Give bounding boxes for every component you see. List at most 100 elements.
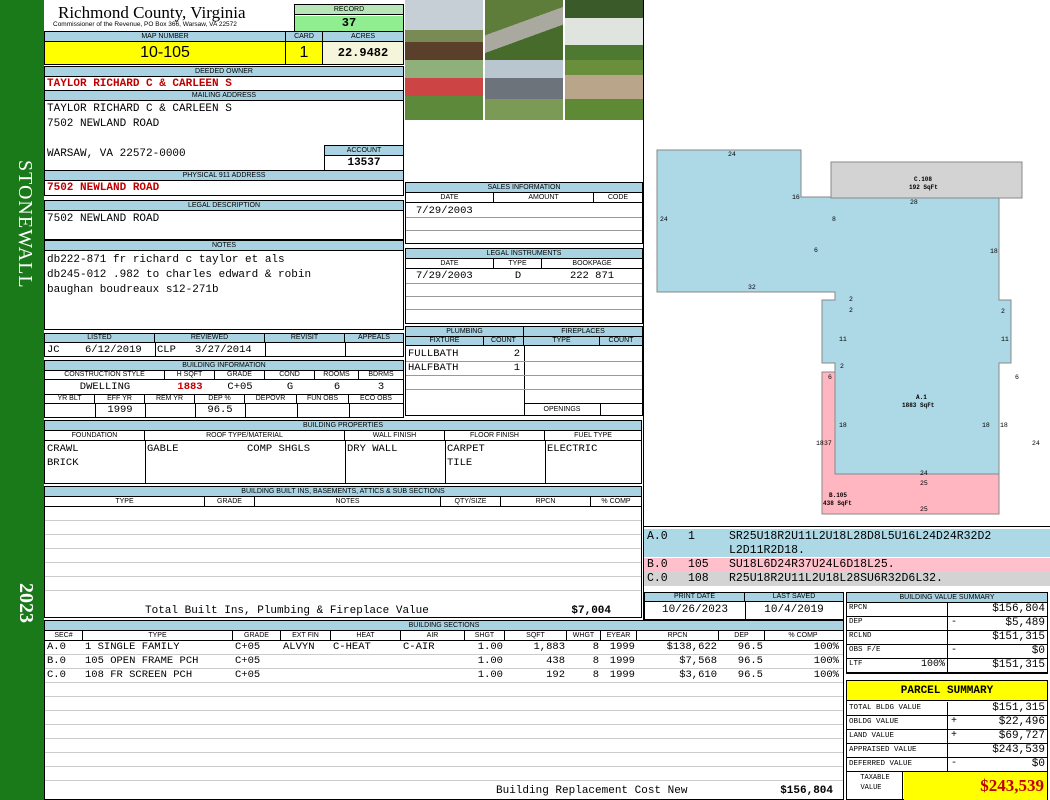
col-depovr: DEPOVR xyxy=(245,395,297,403)
col-roof: ROOF TYPE/MATERIAL xyxy=(145,431,345,440)
physical-address-box: PHYSICAL 911 ADDRESS 7502 NEWLAND ROAD xyxy=(44,170,404,196)
reviewed-by: CLP xyxy=(157,344,176,356)
photo-4[interactable] xyxy=(405,60,483,120)
sections-col-8: WHGT xyxy=(567,631,601,640)
sketch-label-b: B.105 xyxy=(829,492,848,499)
section-1-cell-8: 8 xyxy=(592,655,599,667)
sections-col-12: % COMP xyxy=(788,632,818,639)
sketch-dim-label: 11 xyxy=(839,336,847,343)
parcel-summary-row-label: TOTAL BLDG VALUE xyxy=(849,704,922,712)
sections-col-1: TYPE xyxy=(83,631,233,640)
card-label: CARD xyxy=(286,32,322,42)
parcel-summary-row: DEFERRED VALUE - $0 xyxy=(847,758,1047,772)
section-1-cell-11: 96.5 xyxy=(737,655,763,667)
sketch-area-c-sqft: 192 SqFt xyxy=(909,184,938,191)
last-saved-label: LAST SAVED xyxy=(772,593,816,600)
legal-description: 7502 NEWLAND ROAD xyxy=(47,213,160,225)
section-0-cell-3: ALVYN xyxy=(283,641,315,653)
bi-col-qty: QTY/SIZE xyxy=(441,497,501,506)
plumbing-col-count: COUNT xyxy=(484,336,524,345)
sketch-dim-label: 6 xyxy=(814,247,818,254)
floor-finish-2: TILE xyxy=(447,457,473,469)
sections-col-9: EYEAR xyxy=(601,631,637,640)
building-sections-label: BUILDING SECTIONS xyxy=(45,621,843,631)
section-0-cell-11: 96.5 xyxy=(737,641,763,653)
account-label: ACCOUNT xyxy=(325,146,403,156)
sketch-dim-label: 25 xyxy=(920,506,928,513)
col-eff-yr: EFF YR xyxy=(95,395,145,403)
building-sketch: C.108 192 SqFt A.1 1883 SqFt B.105 438 S… xyxy=(644,140,1050,525)
photo-2[interactable] xyxy=(485,0,563,60)
taxable-label: TAXABLE VALUE xyxy=(847,772,903,800)
parcel-summary-row: APPRAISED VALUE $243,539 xyxy=(847,744,1047,758)
sales-info-label: SALES INFORMATION xyxy=(406,183,642,193)
section-1-cell-7: 438 xyxy=(546,655,565,667)
sketch-dim-label: 16 xyxy=(792,194,800,201)
map-number: 10-105 xyxy=(140,44,190,61)
brcn-value: $156,804 xyxy=(780,785,833,797)
taxable-value: $243,539 xyxy=(904,772,1047,800)
plumbing-col-fixture: FIXTURE xyxy=(406,336,484,345)
sketch-dim-label: 24 xyxy=(728,151,736,158)
builtins-label: BUILDING BUILT INS, BASEMENTS, ATTICS & … xyxy=(45,487,641,497)
section-0-cell-8: 8 xyxy=(592,641,599,653)
sketch-dim-label: 28 xyxy=(910,199,918,206)
value-summary-row: RCLND $151,315 xyxy=(847,631,1047,645)
vector-sec-a: A.0 xyxy=(647,530,668,543)
parcel-summary-row-value: $69,727 xyxy=(998,730,1045,742)
wall-finish: DRY WALL xyxy=(347,443,398,455)
section-0-cell-7: 1,883 xyxy=(533,641,565,653)
value-summary-row-label: LTF xyxy=(849,660,863,668)
value-summary-label: BUILDING VALUE SUMMARY xyxy=(847,593,1047,603)
sketch-area-a-sqft: 1883 SqFt xyxy=(902,402,935,409)
section-0-cell-9: 1999 xyxy=(609,641,635,653)
sketch-dim-label: 2 xyxy=(849,296,853,303)
sections-header-row: SEC# TYPE GRADE EXT FIN HEAT AIR SHGT SQFT WHGT E… xyxy=(45,631,843,641)
photo-6[interactable] xyxy=(565,60,643,120)
fuel-type: ELECTRIC xyxy=(547,443,598,455)
section-2-cell-11: 96.5 xyxy=(737,669,763,681)
physical-address: 7502 NEWLAND ROAD xyxy=(47,182,160,194)
section-1-cell-2: C+05 xyxy=(235,655,261,667)
section-2-cell-0: C.0 xyxy=(47,669,66,681)
mailing-address-box: MAILING ADDRESS TAYLOR RICHARD C & CARLE… xyxy=(44,90,404,171)
builtins-box: BUILDING BUILT INS, BASEMENTS, ATTICS & … xyxy=(44,486,642,618)
print-date: 10/26/2023 xyxy=(661,604,728,616)
section-2-cell-8: 8 xyxy=(592,669,599,681)
sketch-dim-label: 18 xyxy=(982,422,990,429)
sales-col-date: DATE xyxy=(406,193,494,202)
sketch-dim-label: 18 xyxy=(1000,422,1008,429)
parcel-summary-row-value: $243,539 xyxy=(992,744,1045,756)
mailing-line-1: TAYLOR RICHARD C & CARLEEN S xyxy=(47,103,232,115)
sketch-dim-label: 18 xyxy=(816,440,824,447)
sales-info-box: SALES INFORMATION DATE AMOUNT CODE 7/29/… xyxy=(405,182,643,244)
deeded-owner-box: DEEDED OWNER TAYLOR RICHARD C & CARLEEN … xyxy=(44,66,404,91)
sketch-dim-label: 2 xyxy=(840,363,844,370)
col-eco-obs: ECO OBS xyxy=(360,395,392,402)
listed-date: 6/12/2019 xyxy=(85,344,142,356)
reviewed-label: REVIEWED xyxy=(155,334,265,342)
value-summary-row-value: $156,804 xyxy=(992,603,1045,615)
section-0-cell-2: C+05 xyxy=(235,641,261,653)
value-summary-row-label: RCLND xyxy=(849,632,872,640)
vector-path-a-cont: L2D11R2D18. xyxy=(729,544,805,557)
photo-3[interactable] xyxy=(565,0,643,60)
col-hsqft: H SQFT xyxy=(165,371,215,379)
sketch-dim-label: 18 xyxy=(839,422,847,429)
plumbing-fireplaces-box: PLUMBING FIREPLACES FIXTURE COUNT TYPE C… xyxy=(405,326,643,416)
photo-1[interactable] xyxy=(405,0,483,60)
section-2-cell-7: 192 xyxy=(546,669,565,681)
depreciation-pct: 96.5 xyxy=(207,404,233,416)
bi-col-type: TYPE xyxy=(45,497,205,506)
building-info-box: BUILDING INFORMATION CONSTRUCTION STYLE … xyxy=(44,360,404,418)
value-summary-row-label: OBS F/E xyxy=(849,646,881,654)
section-0-cell-0: A.0 xyxy=(47,641,66,653)
sketch-dim-label: 24 xyxy=(1032,440,1040,447)
sketch-dim-label: 6 xyxy=(828,374,832,381)
construction-style: DWELLING xyxy=(79,381,131,393)
section-1-cell-0: B.0 xyxy=(47,655,66,667)
photo-5[interactable] xyxy=(485,60,563,120)
li-type: D xyxy=(514,270,522,282)
section-0-cell-10: $138,622 xyxy=(666,641,717,653)
roof-type: GABLE xyxy=(147,443,179,455)
